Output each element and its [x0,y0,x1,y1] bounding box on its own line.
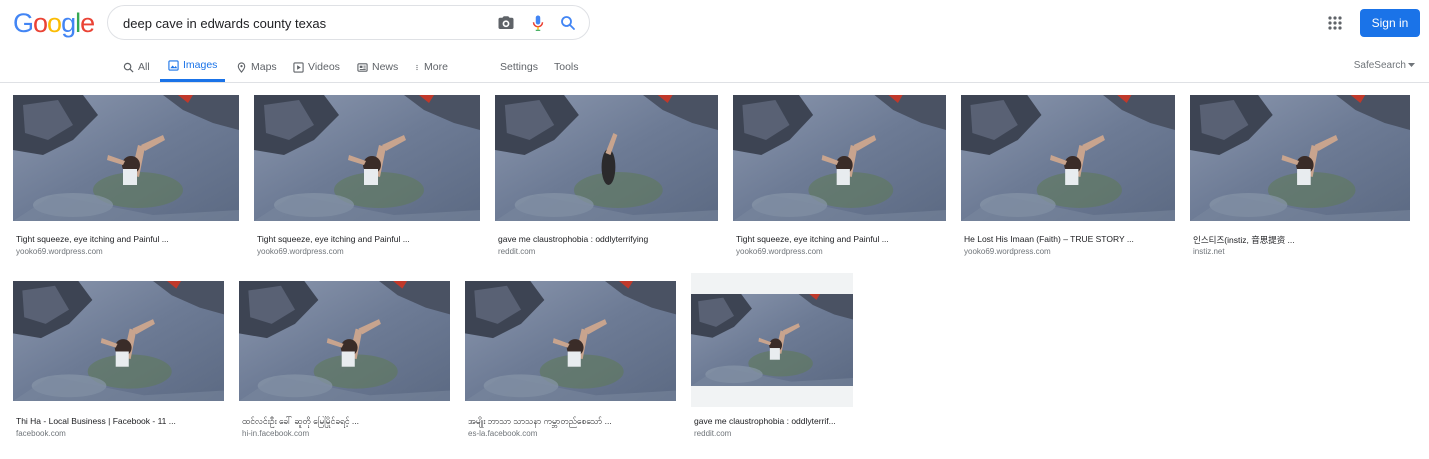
result-title[interactable]: အမျိုး ဘာသာ သာသနာ ကမ္ဘာတည်စေသော် ... [468,416,612,429]
cave-photo [465,281,676,401]
result-source[interactable]: yooko69.wordpress.com [736,247,823,256]
result-thumbnail[interactable] [691,294,853,386]
result-thumbnail[interactable] [465,281,676,401]
result-source[interactable]: reddit.com [498,247,535,256]
result-thumbnail[interactable] [733,95,946,221]
tab-label: News [372,61,399,73]
result-thumbnail[interactable] [495,95,718,221]
tab-news[interactable]: News [357,52,398,83]
search-input[interactable] [123,12,483,34]
result-title[interactable]: Thi Ha - Local Business | Facebook - 11 … [16,416,176,426]
cave-photo [254,95,480,221]
cave-photo [239,281,450,401]
result-title[interactable]: Tight squeeze, eye itching and Painful .… [257,234,410,244]
tab-label: More [424,61,448,73]
result-title[interactable]: gave me claustrophobia : oddlyterrif... [694,416,836,426]
safesearch-dropdown[interactable]: SafeSearch [1354,60,1415,71]
result-title[interactable]: ထင်လင်းဦး ခေါ် ဆူတို မြေမြိုင်ခရင့် ... [242,416,359,429]
result-thumbnail[interactable] [961,95,1175,221]
play-icon [293,62,304,73]
cave-photo [691,294,853,386]
logo-letter: G [13,8,34,38]
result-thumbnail[interactable] [1190,95,1410,221]
tab-more[interactable]: More [414,52,448,83]
search-tabs: All Images Maps Videos News More Setting… [0,52,1429,83]
tab-label: Videos [308,61,340,73]
sign-in-button[interactable]: Sign in [1360,9,1420,37]
result-title[interactable]: Tight squeeze, eye itching and Painful .… [736,234,889,244]
tools-label: Tools [554,61,579,73]
tab-all[interactable]: All [123,52,150,83]
result-source[interactable]: reddit.com [694,429,731,438]
chevron-down-icon [1408,63,1415,67]
cave-photo [961,95,1175,221]
tab-label: All [138,61,150,73]
tab-images[interactable]: Images [160,52,226,82]
result-title[interactable]: 인스티즈(instiz, 音思提资 ... [1193,234,1295,246]
google-logo[interactable]: Google [13,8,95,39]
result-source[interactable]: instiz.net [1193,247,1225,256]
search-icon[interactable] [559,14,577,32]
cave-photo [733,95,946,221]
logo-letter: o [33,8,48,38]
tab-label: Images [183,59,218,71]
image-icon [168,60,179,71]
logo-letter: e [80,8,95,38]
camera-icon[interactable] [497,14,515,32]
logo-letter: g [61,8,76,38]
tab-maps[interactable]: Maps [236,52,277,83]
result-source[interactable]: yooko69.wordpress.com [257,247,344,256]
tab-videos[interactable]: Videos [293,52,340,83]
cave-photo [495,95,718,221]
newspaper-icon [357,63,368,72]
result-source[interactable]: facebook.com [16,429,66,438]
result-source[interactable]: yooko69.wordpress.com [964,247,1051,256]
result-thumbnail[interactable] [254,95,480,221]
result-source[interactable]: es-la.facebook.com [468,429,537,438]
result-source[interactable]: hi-in.facebook.com [242,429,309,438]
header-bar: Google Sign in All Im [0,0,1429,83]
result-source[interactable]: yooko69.wordpress.com [16,247,103,256]
cave-photo [13,281,224,401]
result-title[interactable]: gave me claustrophobia : oddlyterrifying [498,234,648,244]
logo-letter: o [47,8,62,38]
result-thumbnail[interactable] [239,281,450,401]
apps-grid-icon[interactable] [1327,15,1343,31]
microphone-icon[interactable] [529,14,547,32]
search-box [107,5,590,40]
map-pin-icon [237,62,246,73]
safesearch-label: SafeSearch [1353,60,1406,71]
tools-link[interactable]: Tools [554,52,579,83]
more-vertical-icon [416,64,418,71]
result-title[interactable]: Tight squeeze, eye itching and Painful .… [16,234,169,244]
result-thumbnail[interactable] [13,95,239,221]
search-icon [123,62,134,73]
tab-label: Maps [251,61,277,73]
cave-photo [13,95,239,221]
settings-link[interactable]: Settings [500,52,538,83]
settings-label: Settings [500,61,538,73]
result-thumbnail[interactable] [13,281,224,401]
result-title[interactable]: He Lost His Imaan (Faith) – TRUE STORY .… [964,234,1134,244]
cave-photo [1190,95,1410,221]
